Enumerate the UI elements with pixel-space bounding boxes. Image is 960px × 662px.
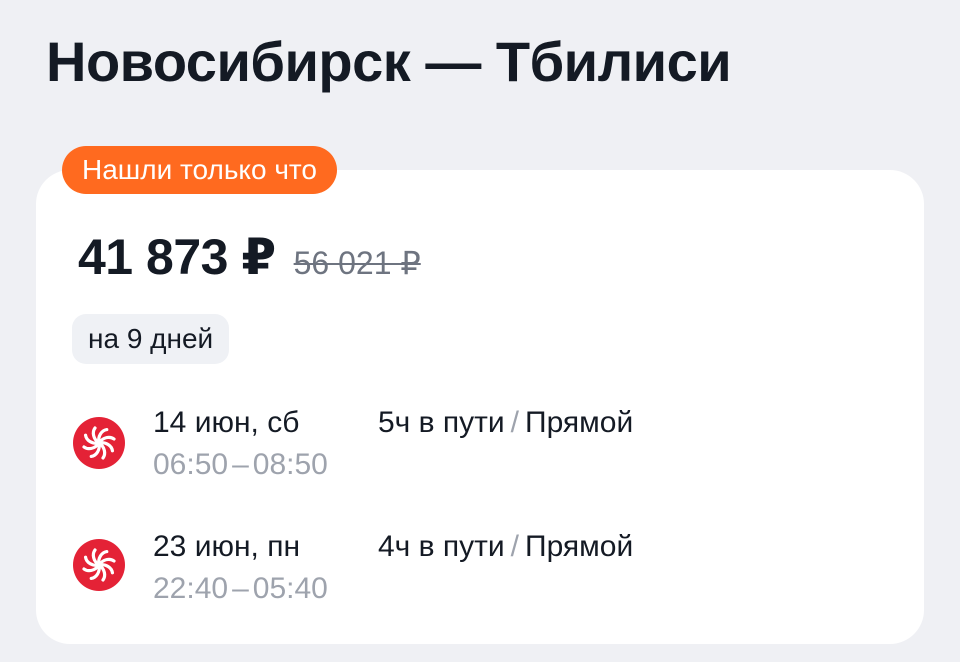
airline-logo-icon xyxy=(73,417,125,469)
segment-times: 22:40–05:40 xyxy=(153,572,328,606)
segment-info: 5ч в пути / Прямой xyxy=(378,406,633,440)
flight-segment-outbound: 14 июн, сб 06:50–08:50 5ч в пути / Прямой xyxy=(0,398,960,488)
segment-info: 4ч в пути / Прямой xyxy=(378,530,633,564)
segment-date: 23 июн, пн xyxy=(153,530,301,563)
info-separator: / xyxy=(510,406,520,439)
time-dash: – xyxy=(232,572,249,605)
depart-time: 06:50 xyxy=(153,448,229,481)
page-title: Новосибирск — Тбилиси xyxy=(46,30,732,93)
segment-date: 14 июн, сб xyxy=(153,406,300,439)
segment-duration: 5ч в пути xyxy=(378,406,505,439)
time-dash: – xyxy=(232,448,249,481)
segment-duration: 4ч в пути xyxy=(378,530,505,563)
price-row: 41 873 ₽ 56 021 ₽ xyxy=(78,228,421,286)
old-price: 56 021 ₽ xyxy=(293,245,421,281)
segment-stops: Прямой xyxy=(525,530,634,563)
current-price: 41 873 ₽ xyxy=(78,229,276,285)
depart-time: 22:40 xyxy=(153,572,229,605)
info-separator: / xyxy=(510,530,520,563)
arrive-time: 08:50 xyxy=(252,448,328,481)
segment-stops: Прямой xyxy=(525,406,634,439)
arrive-time: 05:40 xyxy=(252,572,328,605)
flight-segment-return: 23 июн, пн 22:40–05:40 4ч в пути / Прямой xyxy=(0,520,960,610)
found-just-now-badge: Нашли только что xyxy=(62,146,337,194)
trip-length-chip: на 9 дней xyxy=(72,314,230,364)
segment-times: 06:50–08:50 xyxy=(153,448,328,482)
airline-logo-icon xyxy=(73,539,125,591)
